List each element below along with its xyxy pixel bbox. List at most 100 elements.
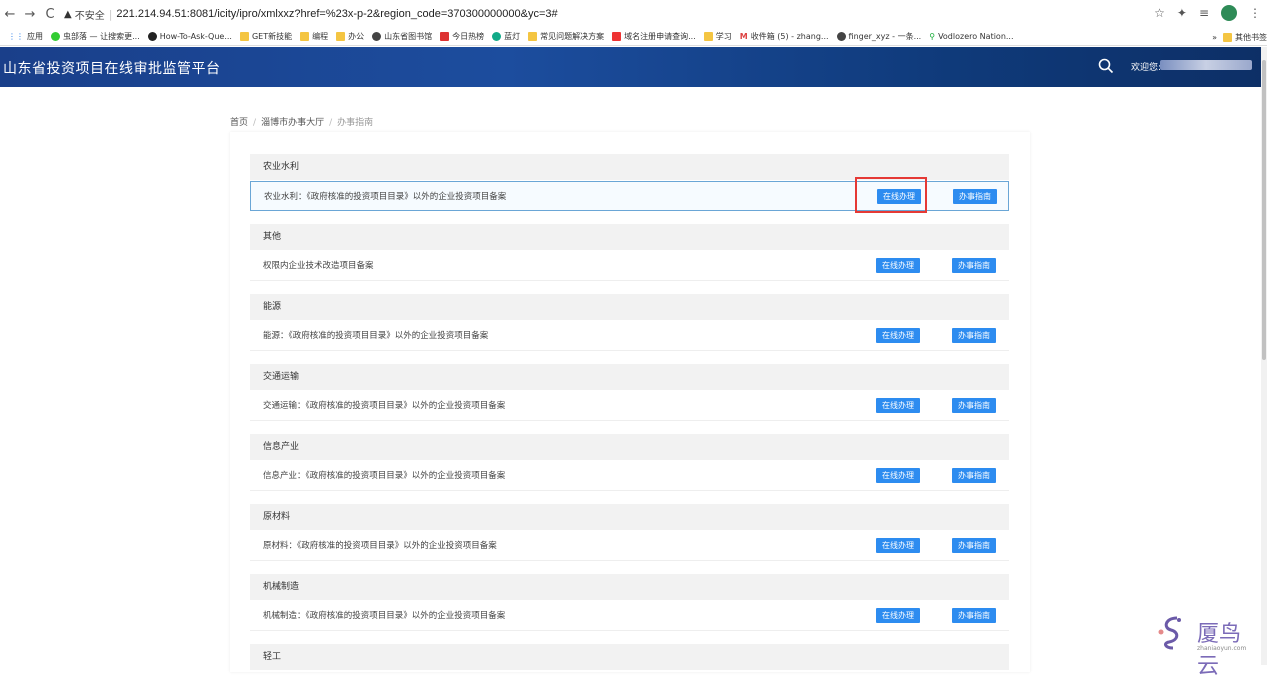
browser-address-bar: ← → C ▲ 不安全 | 221.214.94.51:8081/icity/i… xyxy=(0,0,1267,28)
globe-icon xyxy=(372,32,382,41)
domain-icon xyxy=(612,32,622,41)
bookmark-apps[interactable]: ⋮⋮ 应用 xyxy=(8,31,43,42)
folder-icon xyxy=(703,32,713,41)
bookmark-item[interactable]: How-To-Ask-Que... xyxy=(147,32,232,41)
guide-button[interactable]: 办事指南 xyxy=(952,328,996,343)
guide-list: 农业水利 农业水利：《政府核准的投资项目目录》以外的企业投资项目备案 在线办理 … xyxy=(230,132,1030,672)
apps-icon: ⋮⋮ xyxy=(8,32,24,41)
url-text[interactable]: 221.214.94.51:8081/icity/ipro/xmlxxz?hre… xyxy=(116,8,557,20)
watermark-subtext: zhaniaoyun.com xyxy=(1197,645,1247,652)
back-icon[interactable]: ← xyxy=(0,7,20,22)
item-title[interactable]: 交通运输：《政府核准的投资项目目录》以外的企业投资项目备案 xyxy=(263,401,505,411)
watermark: 厦鸟云 zhaniaoyun.com xyxy=(1155,612,1255,679)
item-title[interactable]: 权限内企业技术改造项目备案 xyxy=(263,261,374,271)
guide-button[interactable]: 办事指南 xyxy=(952,258,996,273)
guide-button[interactable]: 办事指南 xyxy=(952,398,996,413)
list-item: 原材料：《政府核准的投资项目目录》以外的企业投资项目备案 在线办理 办事指南 xyxy=(250,531,1009,561)
category-header: 机械制造 xyxy=(250,574,1009,600)
welcome-text: 欢迎您: xyxy=(1131,63,1162,73)
profile-avatar[interactable] xyxy=(1221,5,1237,21)
bookmark-item[interactable]: 虫部落 — 让搜索更... xyxy=(51,31,140,42)
breadcrumb: 首页 / 淄博市办事大厅 / 办事指南 xyxy=(230,115,373,128)
bookmark-item[interactable]: GET新技能 xyxy=(239,31,292,42)
folder-icon xyxy=(336,32,346,41)
list-item: 交通运输：《政府核准的投资项目目录》以外的企业投资项目备案 在线办理 办事指南 xyxy=(250,391,1009,421)
username-redacted xyxy=(1160,60,1252,70)
globe-icon xyxy=(836,32,846,41)
browser-actions: ☆ ✦ ≡ ⋮ xyxy=(1154,5,1261,21)
breadcrumb-home[interactable]: 首页 xyxy=(230,118,248,128)
bookmarks-overflow: » 其他书签 xyxy=(1212,28,1267,45)
menu-icon[interactable]: ⋮ xyxy=(1249,6,1261,20)
bookmark-item[interactable]: 蓝灯 xyxy=(492,31,520,42)
security-label: 不安全 xyxy=(74,10,105,22)
r-icon xyxy=(440,32,450,41)
list-item: 能源：《政府核准的投资项目目录》以外的企业投资项目备案 在线办理 办事指南 xyxy=(250,321,1009,351)
github-icon xyxy=(147,32,157,41)
online-apply-button[interactable]: 在线办理 xyxy=(876,328,920,343)
bookmark-item[interactable]: M 收件箱 (5) - zhang... xyxy=(740,31,829,42)
folder-icon xyxy=(528,32,538,41)
reload-icon[interactable]: C xyxy=(40,7,60,22)
lantern-icon xyxy=(492,32,502,41)
playlist-icon[interactable]: ≡ xyxy=(1199,6,1209,20)
list-item: 机械制造：《政府核准的投资项目目录》以外的企业投资项目备案 在线办理 办事指南 xyxy=(250,601,1009,631)
bookmark-item[interactable]: ⚲ Vodlozero Nation... xyxy=(929,32,1013,41)
extension-icon[interactable]: ✦ xyxy=(1177,6,1187,20)
star-icon[interactable]: ☆ xyxy=(1154,6,1165,20)
bookmark-item[interactable]: 常见问题解决方案 xyxy=(528,31,604,42)
guide-button[interactable]: 办事指南 xyxy=(953,189,997,204)
item-title[interactable]: 信息产业：《政府核准的投资项目目录》以外的企业投资项目备案 xyxy=(263,471,505,481)
bookmark-item[interactable]: finger_xyz - 一条... xyxy=(836,31,921,42)
list-item: 信息产业：《政府核准的投资项目目录》以外的企业投资项目备案 在线办理 办事指南 xyxy=(250,461,1009,491)
bookmark-item[interactable]: 办公 xyxy=(336,31,364,42)
category-header: 信息产业 xyxy=(250,434,1009,460)
item-title[interactable]: 机械制造：《政府核准的投资项目目录》以外的企业投资项目备案 xyxy=(263,611,505,621)
app-title[interactable]: 山东省投资项目在线审批监管平台 xyxy=(3,58,221,78)
url-box[interactable]: ▲ 不安全 | 221.214.94.51:8081/icity/ipro/xm… xyxy=(64,7,558,22)
warning-icon: ▲ xyxy=(64,8,72,20)
category-header: 原材料 xyxy=(250,504,1009,530)
online-apply-button[interactable]: 在线办理 xyxy=(876,538,920,553)
breadcrumb-hall[interactable]: 淄博市办事大厅 xyxy=(261,118,324,128)
bookmark-item[interactable]: 域名注册申请查询... xyxy=(612,31,696,42)
guide-button[interactable]: 办事指南 xyxy=(952,538,996,553)
bird-logo-icon xyxy=(1158,616,1181,650)
other-bookmarks[interactable]: 其他书签 xyxy=(1235,32,1267,43)
leaf-icon: ⚲ xyxy=(929,32,936,41)
category-header: 能源 xyxy=(250,294,1009,320)
item-title[interactable]: 原材料：《政府核准的投资项目目录》以外的企业投资项目备案 xyxy=(263,541,497,551)
category-header: 轻工 xyxy=(250,644,1009,670)
bookmark-item[interactable]: 学习 xyxy=(703,31,732,42)
scrollbar-thumb[interactable] xyxy=(1262,60,1266,360)
bookmark-item[interactable]: 山东省图书馆 xyxy=(372,31,432,42)
url-divider: | xyxy=(108,7,113,21)
bookmark-icon xyxy=(51,32,60,41)
breadcrumb-separator: / xyxy=(253,118,257,128)
online-apply-button[interactable]: 在线办理 xyxy=(876,468,920,483)
more-bookmarks-icon[interactable]: » xyxy=(1212,33,1217,42)
item-title[interactable]: 农业水利：《政府核准的投资项目目录》以外的企业投资项目备案 xyxy=(264,192,506,202)
item-title[interactable]: 能源：《政府核准的投资项目目录》以外的企业投资项目备案 xyxy=(263,331,488,341)
category-header: 交通运输 xyxy=(250,364,1009,390)
online-apply-button[interactable]: 在线办理 xyxy=(876,398,920,413)
forward-icon[interactable]: → xyxy=(20,7,40,22)
search-icon[interactable] xyxy=(1098,58,1114,74)
online-apply-button[interactable]: 在线办理 xyxy=(876,608,920,623)
app-header: 山东省投资项目在线审批监管平台 欢迎您: xyxy=(0,47,1267,87)
list-item: 权限内企业技术改造项目备案 在线办理 办事指南 xyxy=(250,251,1009,281)
bookmark-item[interactable]: 编程 xyxy=(300,31,328,42)
guide-button[interactable]: 办事指南 xyxy=(952,608,996,623)
annotation-highlight-box xyxy=(855,177,927,213)
breadcrumb-current: 办事指南 xyxy=(337,118,374,128)
folder-icon xyxy=(300,32,310,41)
bookmark-item[interactable]: 今日热榜 xyxy=(440,31,484,42)
folder-icon xyxy=(239,32,249,41)
online-apply-button[interactable]: 在线办理 xyxy=(876,258,920,273)
bookmarks-bar: ⋮⋮ 应用 虫部落 — 让搜索更... How-To-Ask-Que... GET… xyxy=(0,28,1267,46)
breadcrumb-separator: / xyxy=(329,118,333,128)
folder-icon xyxy=(1223,32,1232,42)
guide-button[interactable]: 办事指南 xyxy=(952,468,996,483)
category-header: 其他 xyxy=(250,224,1009,250)
gmail-icon: M xyxy=(739,32,748,41)
